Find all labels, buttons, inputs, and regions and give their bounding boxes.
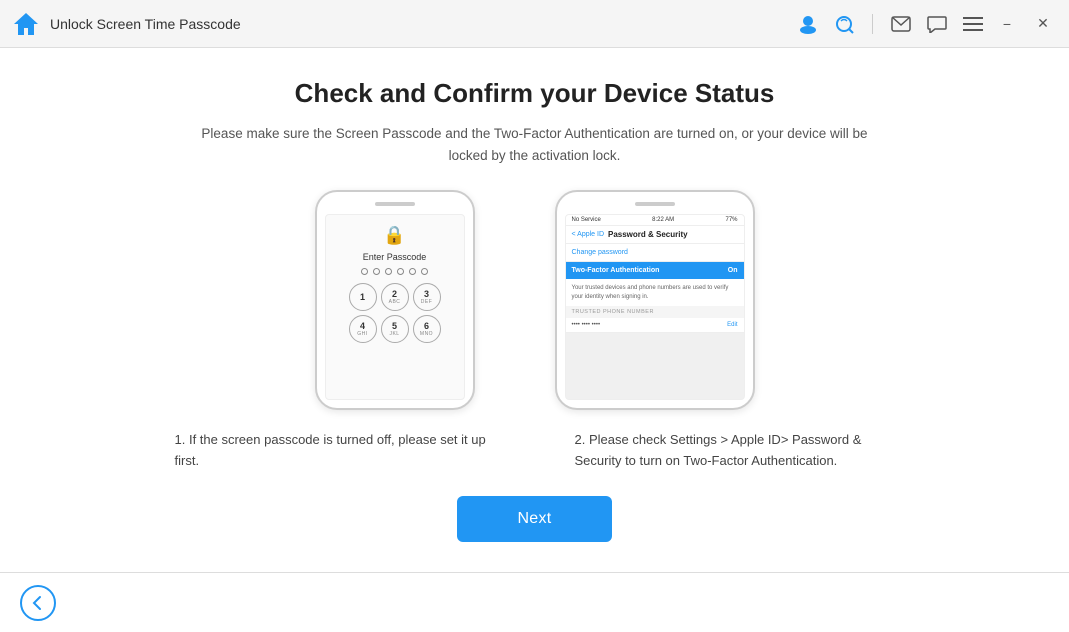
phone-passcode-mockup: 🔒 Enter Passcode 1 2ABC 3DEF [315,190,475,410]
bottom-bar [0,572,1069,632]
dot-1 [361,268,368,275]
scan-icon[interactable] [832,12,856,36]
enter-passcode-label: Enter Passcode [363,252,427,262]
nav-bar: < Apple ID Password & Security [566,226,744,244]
app-title: Unlock Screen Time Passcode [50,16,796,32]
back-arrow-icon [30,595,46,611]
key-1: 1 [349,283,377,311]
change-password-item: Change password [566,244,744,262]
minimize-button[interactable]: − [993,10,1021,38]
chat-icon[interactable] [925,12,949,36]
menu-icon[interactable] [961,12,985,36]
mail-icon[interactable] [889,12,913,36]
nav-back-label: < Apple ID [572,231,605,238]
two-factor-bar: Two-Factor Authentication On [566,262,744,279]
trusted-edit: Edit [727,322,737,328]
titlebar: Unlock Screen Time Passcode − ✕ [0,0,1069,48]
keypad: 1 2ABC 3DEF 4GHI 5JKL 6MNO [349,283,441,343]
battery-label: 77% [725,217,737,223]
trusted-item: •••• •••• •••• Edit [566,318,744,333]
dot-6 [421,268,428,275]
trusted-label: TRUSTED PHONE NUMBER [566,306,744,318]
dot-3 [385,268,392,275]
dot-5 [409,268,416,275]
carrier-label: No Service [572,217,601,223]
close-button[interactable]: ✕ [1029,10,1057,38]
key-5: 5JKL [381,315,409,343]
devices-illustration: 🔒 Enter Passcode 1 2ABC 3DEF [315,190,755,410]
lock-icon: 🔒 [383,225,405,246]
main-content: Check and Confirm your Device Status Ple… [0,48,1069,572]
window-controls: − ✕ [993,10,1057,38]
toolbar-icons [796,12,985,36]
description-2: 2. Please check Settings > Apple ID> Pas… [575,430,895,472]
descriptions-row: 1. If the screen passcode is turned off,… [175,430,895,472]
description-1: 1. If the screen passcode is turned off,… [175,430,495,472]
next-button[interactable]: Next [457,496,611,542]
status-bar: No Service 8:22 AM 77% [566,215,744,226]
phone-screen-settings: No Service 8:22 AM 77% < Apple ID Passwo… [565,214,745,400]
dot-4 [397,268,404,275]
key-3: 3DEF [413,283,441,311]
page-title: Check and Confirm your Device Status [295,78,775,109]
nav-title-label: Password & Security [608,230,688,239]
trusted-number: •••• •••• •••• [572,322,601,328]
key-4: 4GHI [349,315,377,343]
keypad-row-1: 1 2ABC 3DEF [349,283,441,311]
passcode-dots [361,268,428,275]
two-factor-value: On [728,267,738,274]
divider [872,14,873,34]
phone-speaker-2 [635,202,675,206]
app-logo-icon [12,10,40,38]
two-factor-desc: Your trusted devices and phone numbers a… [566,279,744,306]
user-icon[interactable] [796,12,820,36]
back-button[interactable] [20,585,56,621]
key-6: 6MNO [413,315,441,343]
page-subtitle: Please make sure the Screen Passcode and… [195,123,875,166]
phone-speaker [375,202,415,206]
phone-settings-mockup: No Service 8:22 AM 77% < Apple ID Passwo… [555,190,755,410]
time-label: 8:22 AM [652,217,674,223]
dot-2 [373,268,380,275]
two-factor-label: Two-Factor Authentication [572,267,660,274]
keypad-row-2: 4GHI 5JKL 6MNO [349,315,441,343]
phone-screen-passcode: 🔒 Enter Passcode 1 2ABC 3DEF [325,214,465,400]
key-2: 2ABC [381,283,409,311]
